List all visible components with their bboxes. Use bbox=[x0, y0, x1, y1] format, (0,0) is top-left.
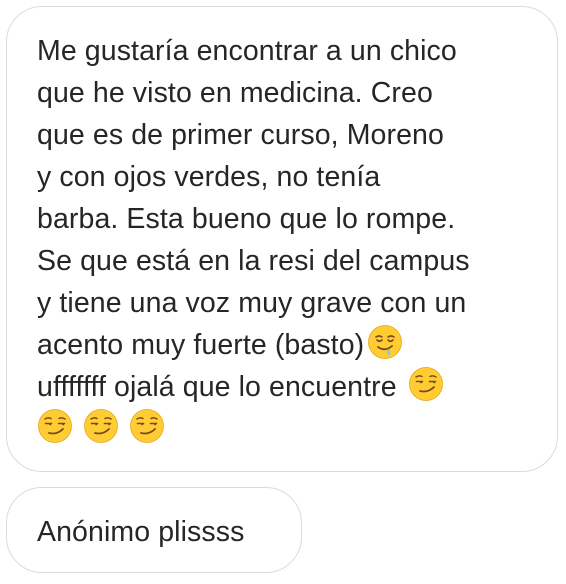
message-bubble-secondary[interactable]: Anónimo plissss bbox=[6, 487, 302, 573]
drooling-face-icon bbox=[367, 324, 403, 360]
message-line: que he visto en medicina. Creo bbox=[37, 77, 433, 109]
message-bubble-main[interactable]: Me gustaría encontrar a un chico que he … bbox=[6, 6, 558, 472]
message-line-with-emoji: acento muy fuerte (basto) bbox=[37, 324, 527, 366]
message-line-text: ufffffff ojalá que lo encuentre bbox=[37, 371, 397, 403]
message-line: barba. Esta bueno que lo rompe. bbox=[37, 203, 456, 235]
smirking-face-icon bbox=[408, 366, 444, 402]
message-line: Se que está en la resi del campus bbox=[37, 245, 470, 277]
emoji-row bbox=[37, 408, 527, 450]
message-line: que es de primer curso, Moreno bbox=[37, 119, 444, 151]
smirking-face-icon bbox=[83, 408, 119, 444]
message-line: Me gustaría encontrar a un chico bbox=[37, 35, 457, 67]
smirking-face-icon bbox=[37, 408, 73, 444]
message-text: Anónimo plissss bbox=[37, 516, 245, 548]
message-line: y tiene una voz muy grave con un bbox=[37, 287, 467, 319]
message-line: y con ojos verdes, no tenía bbox=[37, 161, 381, 193]
message-line-with-emoji: ufffffff ojalá que lo encuentre bbox=[37, 366, 527, 408]
message-line-text: acento muy fuerte (basto) bbox=[37, 329, 365, 361]
smirking-face-icon bbox=[129, 408, 165, 444]
